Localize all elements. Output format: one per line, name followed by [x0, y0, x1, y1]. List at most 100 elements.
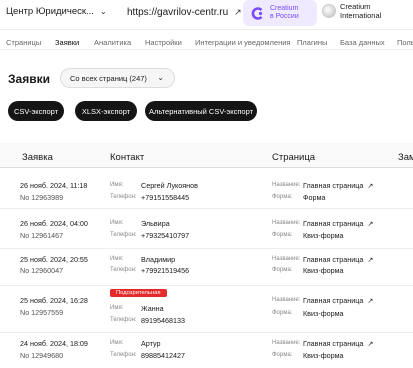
- page-link[interactable]: Главная страница ↗: [303, 181, 373, 190]
- contact-phone: +79921519456: [141, 266, 190, 275]
- table-row[interactable]: 26 нояб. 2024, 11:18 No 12963989 Имя: Се…: [0, 168, 413, 209]
- page-title: Заявки: [8, 72, 50, 86]
- column-header-notes: Зам: [398, 152, 413, 163]
- contact-name: Жанна: [141, 304, 164, 313]
- contact-name: Сергей Лукоянов: [141, 181, 198, 190]
- table-row[interactable]: 24 нояб. 2024, 18:09 No 12949680 Имя: Ар…: [0, 333, 413, 368]
- form-value: Квиз-форма: [303, 266, 344, 275]
- page-title-value: Главная страница: [303, 296, 364, 305]
- page-title-label: Название:: [272, 297, 301, 303]
- column-header-contact: Контакт: [110, 152, 145, 163]
- filter-value: Со всех страниц (247): [70, 73, 147, 83]
- form-value: Форма: [303, 193, 326, 202]
- suspicious-badge: Подозрительная: [110, 289, 167, 297]
- tab-settings[interactable]: Настройки: [145, 38, 182, 47]
- external-link-icon: ↗: [234, 7, 242, 17]
- contact-name: Эльвира: [141, 219, 170, 228]
- contact-phone: +79325410797: [141, 231, 190, 240]
- table-row[interactable]: 25 нояб. 2024, 20:55 No 12960047 Имя: Вл…: [0, 249, 413, 286]
- page-title-label: Название:: [272, 256, 301, 262]
- contact-phone: 89885412427: [141, 351, 185, 360]
- page-title-label: Название:: [272, 182, 301, 188]
- tab-integrations[interactable]: Интеграции и уведомления: [195, 38, 290, 47]
- contact-name: Владимир: [141, 255, 176, 264]
- creatium-ru-line1: Creatium: [270, 5, 299, 12]
- page-title-value: Главная страница: [303, 219, 364, 228]
- phone-label: Телефон:: [110, 267, 137, 273]
- csv-export-button[interactable]: CSV-экспорт: [8, 101, 64, 121]
- site-selector[interactable]: Центр Юридическ... ⌄: [6, 6, 107, 17]
- tabs-bar: Страницы Заявки Аналитика Настройки Инте…: [0, 34, 413, 50]
- xlsx-export-button[interactable]: XLSX-экспорт: [75, 101, 137, 121]
- page-title-value: Главная страница: [303, 255, 364, 264]
- page-title-value: Главная страница: [303, 181, 364, 190]
- table-header: Заявка Контакт Страница Зам: [0, 143, 413, 168]
- table-row[interactable]: 26 нояб. 2024, 04:00 No 12961467 Имя: Эл…: [0, 209, 413, 249]
- phone-label: Телефон:: [110, 317, 137, 323]
- page-link[interactable]: Главная страница ↗: [303, 339, 373, 348]
- column-header-page: Страница: [272, 152, 316, 163]
- tab-database[interactable]: База данных: [340, 38, 385, 47]
- contact-phone: 89195468133: [141, 316, 185, 325]
- name-label: Имя:: [110, 182, 124, 188]
- chevron-down-icon: ⌄: [99, 7, 107, 16]
- account-line1: Creatium: [340, 2, 371, 11]
- external-link-icon: ↗: [367, 219, 374, 228]
- site-url: https://gavrilov-centr.ru: [127, 7, 229, 18]
- request-date: 25 нояб. 2024, 16:28: [20, 296, 88, 305]
- request-number: No 12963989: [20, 193, 64, 202]
- creatium-ru-line2: в России: [270, 13, 299, 20]
- chevron-down-icon: ⌄: [157, 73, 164, 82]
- avatar: [322, 4, 336, 18]
- name-label: Имя:: [110, 340, 124, 346]
- page-title-label: Название:: [272, 340, 301, 346]
- request-number: No 12960047: [20, 266, 64, 275]
- phone-label: Телефон:: [110, 232, 137, 238]
- external-link-icon: ↗: [367, 255, 374, 264]
- page-title-value: Главная страница: [303, 339, 364, 348]
- form-label: Форма:: [272, 310, 293, 316]
- external-link-icon: ↗: [367, 181, 374, 190]
- alt-csv-export-button[interactable]: Альтернативный CSV-экспорт: [145, 101, 257, 121]
- account-menu[interactable]: Creatium International: [322, 2, 381, 20]
- request-date: 26 нояб. 2024, 04:00: [20, 219, 88, 228]
- top-bar: Центр Юридическ... ⌄ https://gavrilov-ce…: [0, 0, 413, 30]
- external-link-icon: ↗: [367, 296, 374, 305]
- page-link[interactable]: Главная страница ↗: [303, 255, 373, 264]
- site-name: Центр Юридическ...: [6, 6, 94, 17]
- phone-label: Телефон:: [110, 352, 137, 358]
- request-number: No 12949680: [20, 351, 64, 360]
- table-row[interactable]: 25 нояб. 2024, 16:28 No 12957559 Подозри…: [0, 286, 413, 333]
- page-link[interactable]: Главная страница ↗: [303, 219, 373, 228]
- request-date: 26 нояб. 2024, 11:18: [20, 181, 88, 190]
- tab-analytics[interactable]: Аналитика: [94, 38, 131, 47]
- creatium-russia-button[interactable]: Creatium в России: [243, 0, 317, 26]
- name-label: Имя:: [110, 305, 124, 311]
- external-link-icon: ↗: [367, 339, 374, 348]
- request-number: No 12957559: [20, 308, 64, 317]
- account-line2: International: [340, 11, 382, 20]
- site-url-link[interactable]: https://gavrilov-centr.ru ↗: [127, 7, 242, 18]
- form-label: Форма:: [272, 267, 293, 273]
- creatium-logo-icon: [251, 6, 264, 20]
- form-label: Форма:: [272, 352, 293, 358]
- tab-requests[interactable]: Заявки: [55, 38, 79, 47]
- page-title-label: Название:: [272, 220, 301, 226]
- page-link[interactable]: Главная страница ↗: [303, 296, 373, 305]
- form-value: Квиз-форма: [303, 351, 344, 360]
- form-label: Форма:: [272, 194, 293, 200]
- pages-filter-select[interactable]: Со всех страниц (247) ⌄: [60, 68, 175, 88]
- tab-pages[interactable]: Страницы: [6, 38, 41, 47]
- request-date: 24 нояб. 2024, 18:09: [20, 339, 88, 348]
- name-label: Имя:: [110, 256, 124, 262]
- contact-phone: +79151558445: [141, 193, 190, 202]
- contact-name: Артур: [141, 339, 161, 348]
- column-header-request: Заявка: [22, 152, 53, 163]
- form-value: Квиз-форма: [303, 231, 344, 240]
- form-label: Форма:: [272, 232, 293, 238]
- request-number: No 12961467: [20, 231, 64, 240]
- phone-label: Телефон:: [110, 194, 137, 200]
- form-value: Квиз-форма: [303, 309, 344, 318]
- tab-users[interactable]: Польз: [397, 38, 413, 47]
- tab-plugins[interactable]: Плагины: [297, 38, 327, 47]
